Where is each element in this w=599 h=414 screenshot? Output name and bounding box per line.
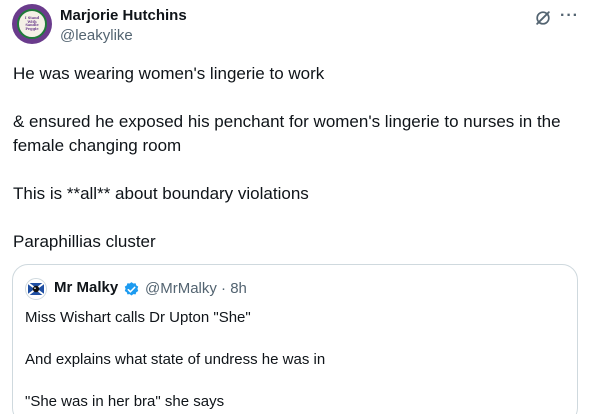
tweet-paragraph: & ensured he exposed his penchant for wo…: [13, 112, 561, 155]
author-avatar[interactable]: I Stand With Sandie Peggie: [12, 4, 52, 44]
verified-badge-icon: [124, 282, 139, 296]
quote-author-avatar[interactable]: [25, 278, 47, 300]
quote-author-name[interactable]: Mr Malky: [54, 279, 118, 296]
quote-author-handle-time[interactable]: @MrMalky · 8h: [145, 280, 247, 297]
more-icon[interactable]: ···: [560, 7, 579, 25]
avatar-badge: I Stand With Sandie Peggie: [17, 9, 47, 39]
quote-paragraph: And explains what state of undress he wa…: [25, 351, 326, 368]
quote-paragraph: "She was in her bra" she says: [25, 393, 225, 410]
quote-text: Miss Wishart calls Dr Upton "She" And ex…: [25, 307, 565, 414]
tweet-paragraph: He was wearing women's lingerie to work: [13, 64, 325, 83]
tweet-paragraph: Paraphillias cluster: [13, 232, 156, 251]
tweet-text: He was wearing women's lingerie to work …: [13, 62, 588, 278]
quote-paragraph: Miss Wishart calls Dr Upton "She": [25, 309, 251, 326]
quoted-tweet[interactable]: Mr Malky @MrMalky · 8h Miss Wishart call…: [12, 264, 578, 414]
author-handle[interactable]: @leakylike: [60, 27, 133, 44]
grok-icon[interactable]: [533, 8, 553, 28]
tweet-paragraph: This is **all** about boundary violation…: [13, 184, 309, 203]
avatar-text-line: Peggie: [25, 26, 39, 31]
author-name[interactable]: Marjorie Hutchins: [60, 7, 187, 24]
flag-avatar-icon: [27, 282, 45, 296]
